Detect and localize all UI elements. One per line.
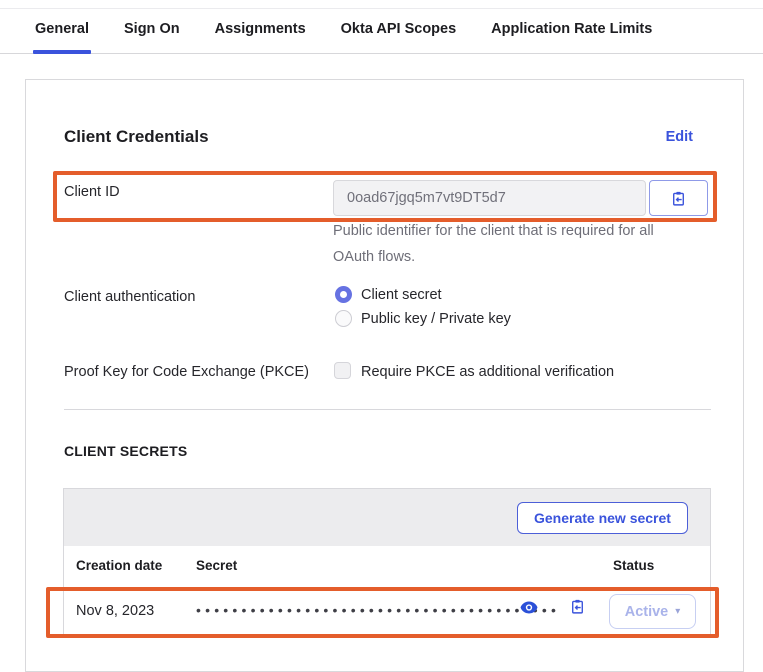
edit-link[interactable]: Edit — [666, 129, 693, 145]
radio-selected-dot-icon — [340, 291, 347, 298]
radio-public-private-key[interactable] — [335, 310, 352, 327]
copy-secret-button[interactable] — [567, 598, 587, 618]
pkce-checkbox-label: Require PKCE as additional verification — [361, 364, 614, 380]
tab-application-rate-limits-label: Application Rate Limits — [491, 21, 652, 37]
app-tab-bar: General Sign On Assignments Okta API Sco… — [0, 9, 763, 54]
client-credentials-title: Client Credentials — [64, 127, 209, 147]
tab-general[interactable]: General — [33, 21, 91, 53]
tab-application-rate-limits[interactable]: Application Rate Limits — [489, 21, 654, 53]
tab-sign-on[interactable]: Sign On — [122, 21, 182, 53]
masked-secret-value: •••••••••••••••••••••••••••••••••••••••• — [196, 602, 560, 618]
eye-icon — [520, 601, 538, 617]
tab-general-label: General — [35, 21, 89, 37]
client-id-label: Client ID — [64, 184, 120, 200]
client-id-help-text: Public identifier for the client that is… — [333, 218, 685, 270]
clipboard-copy-icon — [670, 190, 687, 207]
clipboard-copy-icon — [569, 598, 586, 618]
tab-assignments[interactable]: Assignments — [213, 21, 308, 53]
client-authentication-label: Client authentication — [64, 289, 195, 305]
client-secrets-title: CLIENT SECRETS — [64, 443, 187, 459]
column-header-creation-date: Creation date — [76, 558, 162, 573]
tab-okta-api-scopes[interactable]: Okta API Scopes — [339, 21, 459, 53]
tab-sign-on-label: Sign On — [124, 21, 180, 37]
tab-okta-api-scopes-label: Okta API Scopes — [341, 21, 457, 37]
status-label: Active — [625, 604, 669, 620]
column-header-secret: Secret — [196, 558, 237, 573]
radio-public-private-key-label: Public key / Private key — [361, 311, 511, 327]
column-header-status: Status — [613, 558, 654, 573]
status-dropdown-button[interactable]: Active ▾ — [609, 594, 696, 629]
generate-new-secret-button[interactable]: Generate new secret — [517, 502, 688, 534]
copy-client-id-button[interactable] — [649, 180, 708, 216]
pkce-label: Proof Key for Code Exchange (PKCE) — [64, 364, 309, 380]
radio-client-secret-label: Client secret — [361, 287, 442, 303]
pkce-checkbox[interactable] — [334, 362, 351, 379]
creation-date-cell: Nov 8, 2023 — [76, 603, 154, 619]
chevron-down-icon: ▾ — [675, 607, 680, 617]
section-divider — [64, 409, 711, 410]
tab-assignments-label: Assignments — [215, 21, 306, 37]
active-tab-underline — [33, 50, 91, 54]
radio-client-secret[interactable] — [335, 286, 352, 303]
client-id-input[interactable] — [333, 180, 646, 216]
reveal-secret-button[interactable] — [519, 601, 539, 617]
generate-new-secret-label: Generate new secret — [534, 510, 671, 526]
general-settings-card: Client Credentials Edit Client ID Public… — [25, 79, 744, 672]
